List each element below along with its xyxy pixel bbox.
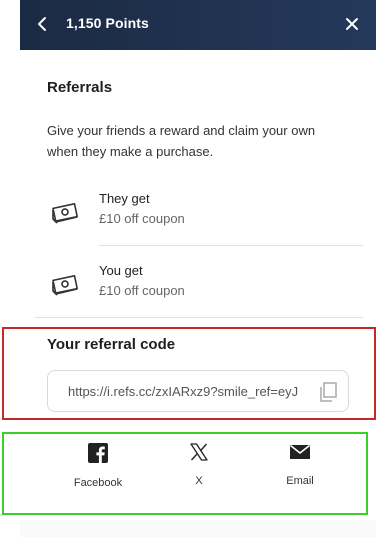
- reward-value: £10 off coupon: [99, 211, 185, 226]
- referrals-description: Give your friends a reward and claim you…: [47, 123, 316, 159]
- chevron-left-icon[interactable]: [34, 13, 52, 35]
- reward-value: £10 off coupon: [99, 283, 185, 298]
- cash-icon: [52, 275, 79, 296]
- share-options-highlight: [2, 432, 368, 515]
- reward-you-get: You get £10 off coupon: [47, 263, 347, 307]
- panel-header: 1,150 Points: [20, 0, 376, 50]
- panel-footer: [20, 520, 376, 537]
- divider: [99, 245, 363, 246]
- reward-they-get: They get £10 off coupon: [47, 191, 347, 235]
- points-title: 1,150 Points: [66, 15, 149, 31]
- referral-code-highlight: [2, 327, 376, 420]
- reward-label: They get: [99, 191, 150, 206]
- close-icon[interactable]: [342, 14, 362, 34]
- cash-icon: [52, 203, 79, 224]
- reward-label: You get: [99, 263, 143, 278]
- referrals-heading: Referrals: [47, 79, 113, 96]
- divider: [35, 317, 363, 318]
